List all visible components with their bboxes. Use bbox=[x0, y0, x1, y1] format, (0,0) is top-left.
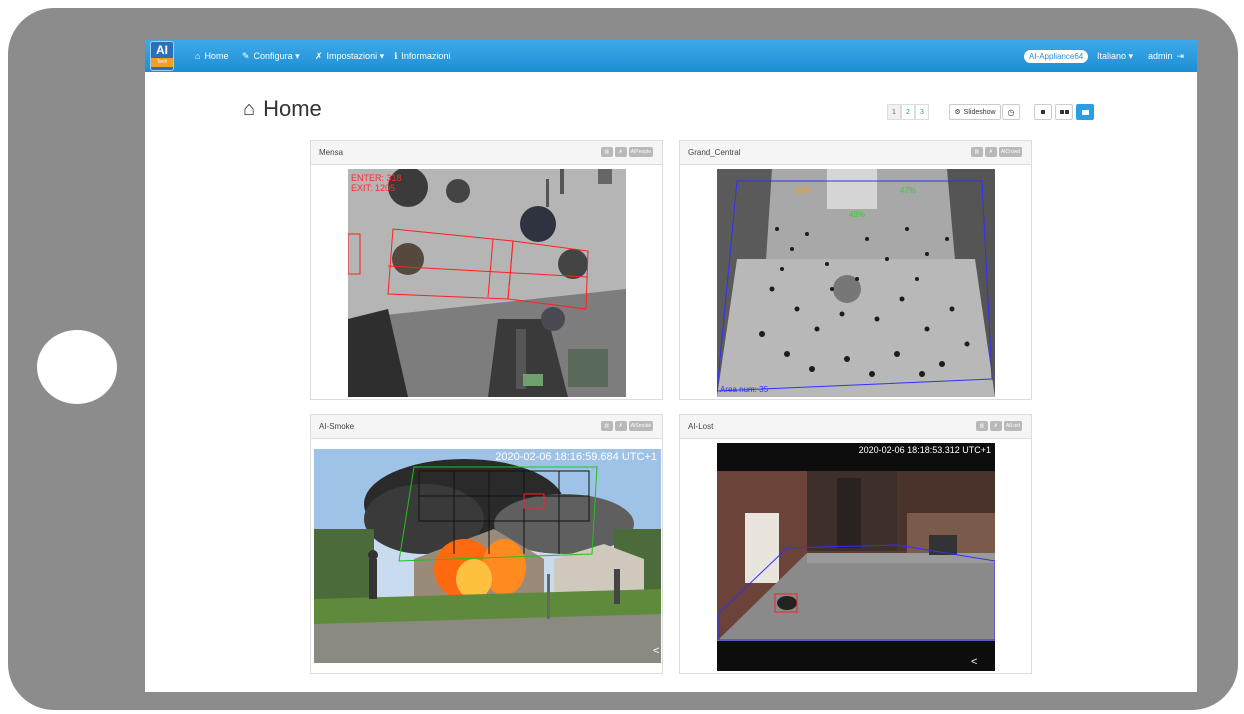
panel-title: Grand_Central bbox=[688, 148, 741, 157]
panel-tools: ▥ ✗ AICrowd bbox=[970, 147, 1022, 157]
panel-header: AI-Lost ▥ ✗ AILost bbox=[680, 415, 1031, 439]
language-label: Italiano ▾ bbox=[1097, 50, 1134, 61]
plug-icon: ✎ bbox=[242, 50, 250, 61]
double-grid-icon bbox=[1059, 110, 1069, 114]
zone-count-2: 47% bbox=[900, 186, 916, 195]
layout-1x1-button[interactable] bbox=[1034, 104, 1052, 120]
page-title: ⌂ Home bbox=[243, 96, 322, 122]
plugin-badge[interactable]: AILost bbox=[1003, 421, 1022, 431]
stats-icon[interactable]: ▥ bbox=[975, 421, 988, 431]
nav-home-label: Home bbox=[204, 51, 229, 61]
camera-panel-ai-smoke: AI-Smoke ▥ ✗ AISmoke < 2020-02-06 18:16:… bbox=[310, 414, 663, 674]
page-1-button[interactable]: 1 bbox=[887, 104, 901, 120]
logo-subtext: Tech bbox=[151, 58, 173, 67]
page-selector: 1 2 3 bbox=[887, 104, 929, 120]
logout-icon[interactable]: ⇥ bbox=[1177, 51, 1185, 62]
page-2-button[interactable]: 2 bbox=[901, 104, 915, 120]
prev-arrow-icon[interactable]: < bbox=[653, 645, 659, 657]
panel-title: AI-Lost bbox=[688, 422, 714, 431]
camera-panel-grand-central: Grand_Central ▥ ✗ AICrowd 52% 47% 49% Ar… bbox=[679, 140, 1032, 400]
smoke-video-frame: < bbox=[314, 449, 661, 663]
area-count: Area num: 35 bbox=[720, 385, 769, 394]
page-title-text: Home bbox=[263, 96, 322, 121]
layout-2x2-button[interactable] bbox=[1055, 104, 1073, 120]
mensa-overlay: ENTER: 318 EXIT: 1205 bbox=[351, 173, 402, 193]
panel-tools: ▥ ✗ AILost bbox=[975, 421, 1022, 431]
nav-home[interactable]: ⌂ Home bbox=[195, 40, 228, 72]
wrench-icon[interactable]: ✗ bbox=[989, 421, 1002, 431]
smoke-timestamp: 2020-02-06 18:16:59.684 UTC+1 bbox=[495, 451, 657, 463]
nav-informazioni[interactable]: ℹ Informazioni bbox=[394, 40, 450, 72]
stats-icon[interactable]: ▥ bbox=[970, 147, 983, 157]
nav-configura[interactable]: ✎ Configura ▾ bbox=[242, 40, 300, 72]
panel-header: Grand_Central ▥ ✗ AICrowd bbox=[680, 141, 1031, 165]
home-icon: ⌂ bbox=[243, 97, 256, 120]
camera-feed-grand-central[interactable]: 52% 47% 49% Area num: 35 bbox=[717, 169, 995, 397]
clock-icon: ◷ bbox=[1007, 107, 1015, 117]
top-navbar: AI Tech ⌂ Home ✎ Configura ▾ ✗ Impostazi… bbox=[145, 40, 1197, 72]
wrench-icon[interactable]: ✗ bbox=[984, 147, 997, 157]
wrench-icon[interactable]: ✗ bbox=[614, 147, 627, 157]
exit-count: EXIT: 1205 bbox=[351, 183, 396, 193]
panel-header: Mensa ▥ ✗ AIPeople bbox=[311, 141, 662, 165]
plugin-badge[interactable]: AICrowd bbox=[998, 147, 1022, 157]
user-label: admin bbox=[1148, 51, 1173, 61]
app-logo[interactable]: AI Tech bbox=[150, 41, 174, 71]
wrench-icon[interactable]: ✗ bbox=[614, 421, 627, 431]
grid-icon bbox=[1081, 109, 1089, 115]
camera-feed-mensa[interactable]: ENTER: 318 EXIT: 1205 bbox=[348, 169, 626, 397]
timer-button[interactable]: ◷ bbox=[1002, 104, 1020, 120]
info-icon: ℹ bbox=[394, 50, 398, 61]
plugin-badge[interactable]: AISmoke bbox=[628, 421, 653, 431]
camera-feed-ai-smoke[interactable]: < 2020-02-06 18:16:59.684 UTC+1 bbox=[314, 449, 661, 663]
appliance-badge: AI-Appliance64 bbox=[1024, 50, 1089, 63]
single-grid-icon bbox=[1041, 110, 1045, 114]
camera-panel-ai-lost: AI-Lost ▥ ✗ AILost < 2020-02-06 18:18:53… bbox=[679, 414, 1032, 674]
nav-impostazioni[interactable]: ✗ Impostazioni ▾ bbox=[315, 40, 384, 72]
panel-tools: ▥ ✗ AIPeople bbox=[600, 147, 653, 157]
tablet-home-button[interactable] bbox=[37, 330, 117, 404]
nav-configura-label: Configura ▾ bbox=[253, 50, 300, 61]
plugin-badge[interactable]: AIPeople bbox=[628, 147, 653, 157]
logo-text: AI bbox=[156, 43, 168, 57]
panel-title: Mensa bbox=[319, 148, 344, 157]
enter-count: ENTER: 318 bbox=[351, 173, 402, 183]
panel-tools: ▥ ✗ AISmoke bbox=[600, 421, 653, 431]
camera-panel-mensa: Mensa ▥ ✗ AIPeople ENTER: 318 EXIT: 1205 bbox=[310, 140, 663, 400]
prev-arrow-icon[interactable]: < bbox=[971, 656, 977, 668]
user-menu[interactable]: admin ⇥ bbox=[1148, 40, 1184, 72]
stats-icon[interactable]: ▥ bbox=[600, 147, 613, 157]
panel-title: AI-Smoke bbox=[319, 422, 355, 431]
lost-timestamp: 2020-02-06 18:18:53.312 UTC+1 bbox=[858, 445, 991, 455]
page-3-button[interactable]: 3 bbox=[915, 104, 929, 120]
nav-impostazioni-label: Impostazioni ▾ bbox=[326, 50, 385, 61]
app-screen: AI Tech ⌂ Home ✎ Configura ▾ ✗ Impostazi… bbox=[145, 40, 1197, 692]
zone-count-3: 49% bbox=[849, 210, 865, 219]
slideshow-button[interactable]: ⚙ Slideshow bbox=[949, 104, 1001, 120]
camera-feed-ai-lost[interactable]: < 2020-02-06 18:18:53.312 UTC+1 bbox=[717, 443, 995, 671]
stats-icon[interactable]: ▥ bbox=[600, 421, 613, 431]
home-icon: ⌂ bbox=[195, 51, 201, 61]
grand-central-video-frame: 52% 47% 49% Area num: 35 bbox=[717, 169, 995, 397]
lost-object-video-frame: < bbox=[717, 443, 995, 671]
gear-icon: ⚙ bbox=[954, 109, 961, 116]
mensa-video-frame bbox=[348, 169, 626, 397]
layout-grid-button[interactable] bbox=[1076, 104, 1094, 120]
language-dropdown[interactable]: Italiano ▾ bbox=[1097, 40, 1133, 72]
zone-count-1: 52% bbox=[795, 186, 811, 195]
wrench-icon: ✗ bbox=[315, 50, 323, 61]
panel-header: AI-Smoke ▥ ✗ AISmoke bbox=[311, 415, 662, 439]
slideshow-label: Slideshow bbox=[963, 108, 996, 116]
nav-informazioni-label: Informazioni bbox=[401, 51, 451, 61]
